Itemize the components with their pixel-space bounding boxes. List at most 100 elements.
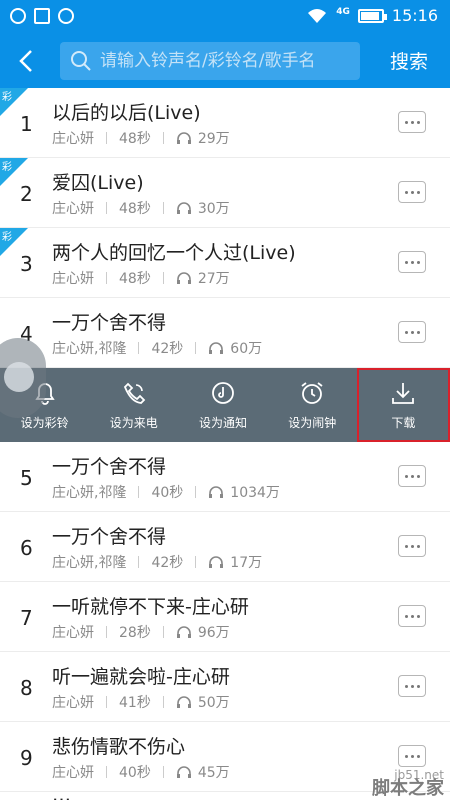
song-row[interactable]: 彩 3 两个人的回忆一个人过(Live) 庄心妍 48秒 27万 [0, 228, 450, 298]
phone-ring-icon [123, 382, 146, 404]
divider [106, 132, 107, 144]
song-meta: 庄心妍 41秒 50万 [52, 692, 230, 712]
more-options-button[interactable] [398, 321, 426, 343]
clock: 15:16 [391, 6, 438, 25]
more-options-button[interactable] [398, 111, 426, 133]
song-duration: 48秒 [119, 201, 151, 217]
song-row[interactable]: 7 一听就停不下来-庄心研 庄心妍 28秒 96万 [0, 582, 450, 652]
song-title: 悲伤情歌不伤心 [52, 736, 186, 758]
headphone-icon [176, 626, 191, 638]
song-title: 爱囚(Live) [52, 172, 144, 194]
action-label: 设为闹钟 [288, 415, 337, 430]
more-options-button[interactable] [398, 181, 426, 203]
headphone-icon [209, 556, 224, 568]
ringtone-list: 彩 1 以后的以后(Live) 庄心妍 48秒 29万 彩 2 爱囚(Live)… [0, 88, 450, 792]
divider [138, 556, 140, 568]
song-row[interactable]: 6 一万个舍不得 庄心妍,祁隆 42秒 17万 [0, 512, 450, 582]
song-title: 两个人的回忆一个人过(Live) [52, 242, 296, 264]
song-artist: 庄心妍,祁隆 [52, 485, 127, 501]
divider [106, 272, 107, 284]
action-notification[interactable]: 设为通知 [178, 368, 267, 442]
divider [138, 486, 140, 498]
divider [138, 342, 140, 354]
song-duration: 40秒 [151, 485, 184, 501]
divider [195, 342, 197, 354]
search-icon [71, 51, 91, 71]
song-artist: 庄心妍 [52, 695, 94, 711]
more-options-button[interactable] [398, 745, 426, 767]
song-duration: 42秒 [151, 555, 184, 571]
divider [162, 766, 164, 778]
song-meta: 庄心妍,祁隆 42秒 60万 [52, 338, 262, 358]
battery-icon [357, 8, 387, 23]
song-title: 一万个舍不得 [52, 312, 167, 334]
more-options-button[interactable] [398, 465, 426, 487]
song-artist: 庄心妍 [52, 271, 94, 287]
more-options-button[interactable] [398, 251, 426, 273]
action-alarm-clock[interactable]: 设为闹钟 [268, 368, 357, 442]
network-type: 4G [336, 6, 350, 17]
song-meta: 庄心妍 48秒 29万 [52, 128, 230, 148]
download-icon [392, 382, 415, 404]
song-index: 5 [20, 466, 33, 490]
app-icon [58, 8, 74, 24]
headphone-icon [176, 202, 191, 214]
divider [162, 626, 164, 638]
headphone-icon [209, 342, 224, 354]
song-row[interactable]: 彩 2 爱囚(Live) 庄心妍 48秒 30万 [0, 158, 450, 228]
song-artist: 庄心妍 [52, 201, 94, 217]
search-box[interactable] [60, 42, 360, 80]
alarm-clock-icon [301, 381, 323, 404]
more-options-button[interactable] [398, 605, 426, 627]
headphone-icon [176, 696, 191, 708]
song-title: 一听就停不下来-庄心研 [52, 596, 249, 618]
top-bar: 搜索 [0, 34, 450, 88]
chevron-left-icon [19, 50, 32, 72]
action-phone-ring[interactable]: 设为来电 [89, 368, 178, 442]
action-label: 设为通知 [199, 415, 248, 430]
song-title: 以后的以后(Live) [52, 102, 201, 124]
song-plays: 27万 [197, 271, 230, 287]
divider [162, 202, 164, 214]
action-download[interactable]: 下载 [356, 368, 450, 442]
song-artist: 庄心妍 [52, 625, 94, 641]
song-artist: 庄心妍 [52, 765, 94, 781]
song-row[interactable]: 5 一万个舍不得 庄心妍,祁隆 40秒 1034万 [0, 442, 450, 512]
song-plays: 30万 [197, 201, 230, 217]
action-label: 设为来电 [109, 415, 158, 430]
song-meta: 庄心妍 48秒 27万 [52, 268, 230, 288]
song-artist: 庄心妍 [52, 131, 94, 147]
song-plays: 50万 [197, 695, 230, 711]
song-duration: 41秒 [119, 695, 151, 711]
assistive-touch-button[interactable] [0, 338, 46, 418]
headphone-icon [176, 132, 191, 144]
wifi-icon [306, 8, 328, 24]
back-button[interactable] [10, 44, 44, 78]
gallery-icon [34, 8, 50, 24]
badge-label: 彩 [2, 162, 12, 173]
divider [162, 696, 164, 708]
song-row[interactable]: 彩 1 以后的以后(Live) 庄心妍 48秒 29万 [0, 88, 450, 158]
divider [162, 132, 164, 144]
badge-label: 彩 [2, 232, 12, 243]
song-title: 一万个舍不得 [52, 526, 167, 548]
watermark: jb51.net 脚本之家 [372, 768, 444, 798]
headphone-icon [209, 486, 224, 498]
badge-label: 彩 [2, 92, 12, 103]
song-index: 6 [20, 536, 33, 560]
more-options-button[interactable] [398, 675, 426, 697]
song-plays: 29万 [197, 131, 230, 147]
song-index: 9 [20, 746, 33, 770]
song-duration: 48秒 [119, 131, 151, 147]
song-plays: 17万 [230, 555, 263, 571]
song-duration: 48秒 [119, 271, 151, 287]
song-row[interactable]: 4 一万个舍不得 庄心妍,祁隆 42秒 60万 [0, 298, 450, 368]
divider [106, 766, 107, 778]
song-meta: 庄心妍 48秒 30万 [52, 198, 230, 218]
notification-icon [212, 381, 234, 404]
search-button[interactable]: 搜索 [390, 47, 428, 74]
song-row[interactable]: 8 听一遍就会啦-庄心研 庄心妍 41秒 50万 [0, 652, 450, 722]
more-options-button[interactable] [398, 535, 426, 557]
song-index: 8 [20, 676, 33, 700]
search-input[interactable] [92, 51, 360, 71]
